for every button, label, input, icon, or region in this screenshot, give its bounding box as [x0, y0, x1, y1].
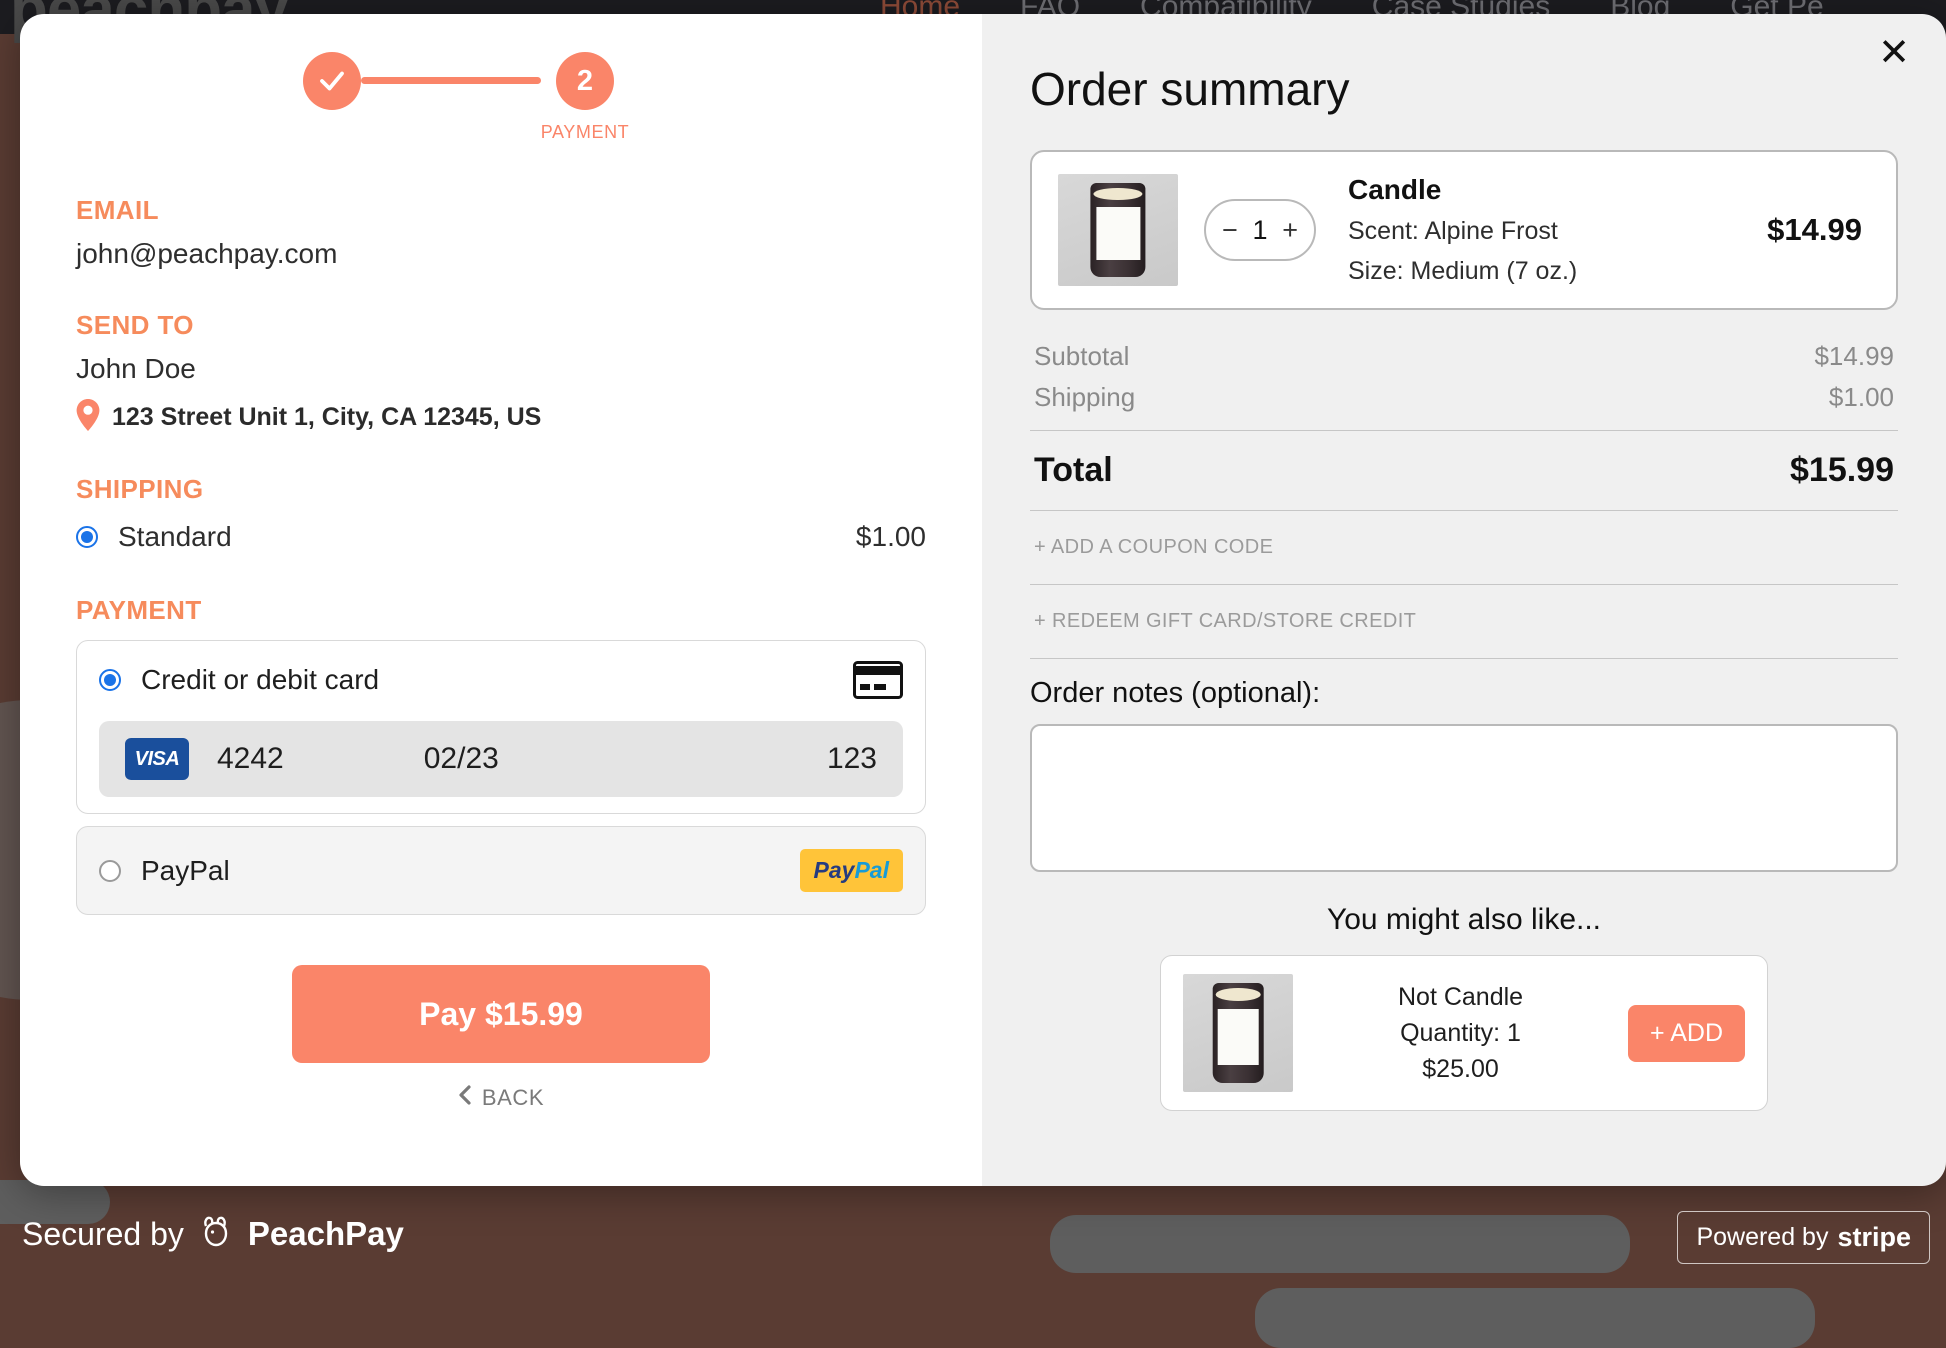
- upsell-quantity: Quantity: 1: [1400, 1018, 1521, 1047]
- candle-image: [1090, 182, 1146, 278]
- payment-paypal-label: PayPal: [141, 854, 230, 886]
- upsell-name: Not Candle: [1397, 982, 1524, 1011]
- shipping-standard-price: $1.00: [855, 521, 926, 552]
- paypal-logo-part1: Pay: [813, 857, 855, 883]
- order-notes-label: Order notes (optional):: [1030, 677, 1321, 709]
- location-pin-icon: [76, 399, 100, 436]
- paypal-logo-part2: Pal: [854, 857, 889, 883]
- step-2-label: PAYMENT: [540, 122, 630, 142]
- order-summary-panel: ✕ Order summary − 1 + Candle Scent: Alpi…: [982, 14, 1946, 1186]
- send-to-section: SEND TO John Doe 123 Street Unit 1, City…: [76, 310, 926, 436]
- email-heading: EMAIL: [76, 195, 159, 225]
- step-1-circle: [302, 52, 361, 110]
- background-decoration-bar-1: [1050, 1215, 1630, 1273]
- page-title: Order summary: [1030, 63, 1350, 115]
- shipping-section: SHIPPING Standard $1.00: [76, 474, 926, 553]
- total-label: Total: [1034, 451, 1113, 489]
- visa-label: VISA: [134, 747, 180, 770]
- shipping-label: Shipping: [1034, 382, 1136, 412]
- product-thumbnail: [1058, 174, 1178, 286]
- stripe-prefix: Powered by: [1696, 1223, 1829, 1251]
- shipping-row: Shipping $1.00: [1030, 377, 1898, 418]
- shipping-standard-label: Standard: [118, 521, 232, 552]
- shipping-heading: SHIPPING: [76, 474, 204, 504]
- product-name: Candle: [1348, 174, 1442, 205]
- email-section: EMAIL john@peachpay.com: [76, 195, 926, 270]
- quantity-value: 1: [1252, 214, 1268, 245]
- divider: [1030, 658, 1898, 659]
- card-expiry: 02/23: [423, 742, 499, 775]
- payment-paypal-radio[interactable]: [99, 859, 121, 882]
- saved-card-row[interactable]: VISA 4242 02/23 123: [99, 721, 903, 797]
- upsell-card: Not Candle Quantity: 1 $25.00 + ADD: [1160, 955, 1768, 1111]
- product-size: Size: Medium (7 oz.): [1348, 257, 1578, 285]
- check-icon: [317, 66, 347, 96]
- back-label: BACK: [481, 1085, 545, 1110]
- divider: [1030, 510, 1898, 511]
- email-value: john@peachpay.com: [76, 238, 338, 269]
- order-notes-input[interactable]: [1030, 724, 1898, 872]
- address-row[interactable]: 123 Street Unit 1, City, CA 12345, US: [76, 399, 926, 436]
- payment-heading: PAYMENT: [76, 595, 202, 625]
- quantity-decrement-button[interactable]: −: [1222, 216, 1238, 244]
- checkout-modal: 2 PAYMENT EMAIL john@peachpay.com SEND T…: [20, 14, 1946, 1186]
- upsell-details: Not Candle Quantity: 1 $25.00: [1293, 979, 1628, 1088]
- total-value: $15.99: [1790, 451, 1894, 489]
- divider: [1030, 584, 1898, 585]
- checkout-left-panel: 2 PAYMENT EMAIL john@peachpay.com SEND T…: [20, 14, 982, 1186]
- recipient-name: John Doe: [76, 353, 196, 384]
- subtotal-row: Subtotal $14.99: [1030, 336, 1898, 377]
- pay-button[interactable]: Pay $15.99: [292, 965, 710, 1063]
- address-text: 123 Street Unit 1, City, CA 12345, US: [112, 403, 542, 431]
- order-totals: Subtotal $14.99 Shipping $1.00 Total $15…: [1030, 336, 1898, 659]
- peachpay-logo-icon: [198, 1212, 234, 1256]
- payment-section: PAYMENT Credit or debit card VISA 4242 0…: [76, 595, 926, 915]
- upsell-price: $25.00: [1422, 1055, 1499, 1084]
- secured-by-footer: Secured by PeachPay: [22, 1212, 404, 1256]
- subtotal-value: $14.99: [1814, 341, 1894, 371]
- shipping-option-standard[interactable]: Standard $1.00: [76, 521, 926, 553]
- step-2-circle: 2: [555, 52, 614, 110]
- quantity-increment-button[interactable]: +: [1282, 216, 1298, 244]
- stripe-wordmark: stripe: [1837, 1222, 1911, 1252]
- payment-option-paypal[interactable]: PayPal PayPal: [76, 826, 926, 915]
- payment-option-card[interactable]: Credit or debit card VISA 4242 02/23 123: [76, 640, 926, 814]
- credit-card-icon: [853, 661, 903, 699]
- paypal-icon: PayPal: [799, 849, 903, 892]
- card-cvc: 123: [826, 742, 877, 775]
- stepper-connector: [360, 77, 541, 84]
- send-to-heading: SEND TO: [76, 310, 194, 340]
- close-icon[interactable]: ✕: [1878, 34, 1910, 72]
- shipping-standard-radio[interactable]: [76, 526, 98, 548]
- payment-card-label: Credit or debit card: [141, 664, 380, 695]
- card-last4: 4242: [217, 742, 284, 775]
- peachpay-brand: PeachPay: [247, 1215, 404, 1252]
- step-1-complete[interactable]: [302, 52, 361, 140]
- progress-stepper: 2 PAYMENT: [76, 14, 926, 143]
- upsell-heading: You might also like...: [1326, 903, 1602, 936]
- cart-item-card: − 1 + Candle Scent: Alpine Frost Size: M…: [1030, 150, 1898, 310]
- step-2-payment[interactable]: 2 PAYMENT: [541, 52, 630, 143]
- upsell-thumbnail: [1183, 974, 1293, 1092]
- payment-card-radio[interactable]: [99, 669, 121, 691]
- shipping-value: $1.00: [1828, 382, 1894, 412]
- total-row: Total $15.99: [1030, 443, 1898, 498]
- step-2-number: 2: [576, 64, 594, 97]
- subtotal-label: Subtotal: [1034, 341, 1130, 371]
- product-scent: Scent: Alpine Frost: [1348, 217, 1558, 245]
- redeem-gift-card-link[interactable]: + REDEEM GIFT CARD/STORE CREDIT: [1030, 597, 1898, 646]
- upsell-add-button[interactable]: + ADD: [1628, 1004, 1745, 1062]
- background-decoration-bar-2: [1255, 1288, 1815, 1348]
- product-details: Candle Scent: Alpine Frost Size: Medium …: [1348, 174, 1577, 286]
- product-price: $14.99: [1767, 212, 1862, 247]
- secured-by-text: Secured by: [22, 1215, 184, 1252]
- divider: [1030, 430, 1898, 431]
- back-link[interactable]: BACK: [76, 1085, 926, 1111]
- quantity-stepper[interactable]: − 1 +: [1204, 199, 1316, 261]
- chevron-left-icon: [458, 1085, 472, 1111]
- stripe-badge: Powered by stripe: [1677, 1211, 1930, 1264]
- candle-image: [1212, 983, 1264, 1083]
- visa-icon: VISA: [125, 738, 189, 780]
- add-coupon-link[interactable]: + ADD A COUPON CODE: [1030, 523, 1898, 572]
